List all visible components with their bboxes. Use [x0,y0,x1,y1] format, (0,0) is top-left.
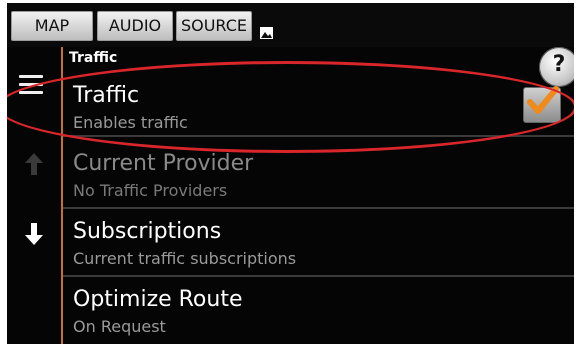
row-subtitle: On Request [73,317,166,336]
page-title: Traffic [69,50,118,66]
highlight-annotation [7,61,574,153]
scroll-up-arrow-icon[interactable] [25,153,43,175]
scroll-down-arrow-icon[interactable] [25,223,43,245]
screen: MAP AUDIO SOURCE Traffic ? Traffic Enabl… [7,3,574,344]
row-subtitle: Current traffic subscriptions [73,249,297,268]
setting-row-optimize-route[interactable]: Optimize Route On Request [63,277,574,344]
row-title: Subscriptions [73,219,222,244]
top-toolbar: MAP AUDIO SOURCE [7,3,574,47]
row-subtitle: No Traffic Providers [73,181,228,200]
row-title: Optimize Route [73,287,243,312]
picture-icon[interactable] [260,27,273,39]
audio-button[interactable]: AUDIO [97,11,173,41]
source-button[interactable]: SOURCE [176,11,252,41]
map-button[interactable]: MAP [11,11,93,41]
row-title: Current Provider [73,151,254,176]
setting-row-subscriptions[interactable]: Subscriptions Current traffic subscripti… [63,209,574,277]
